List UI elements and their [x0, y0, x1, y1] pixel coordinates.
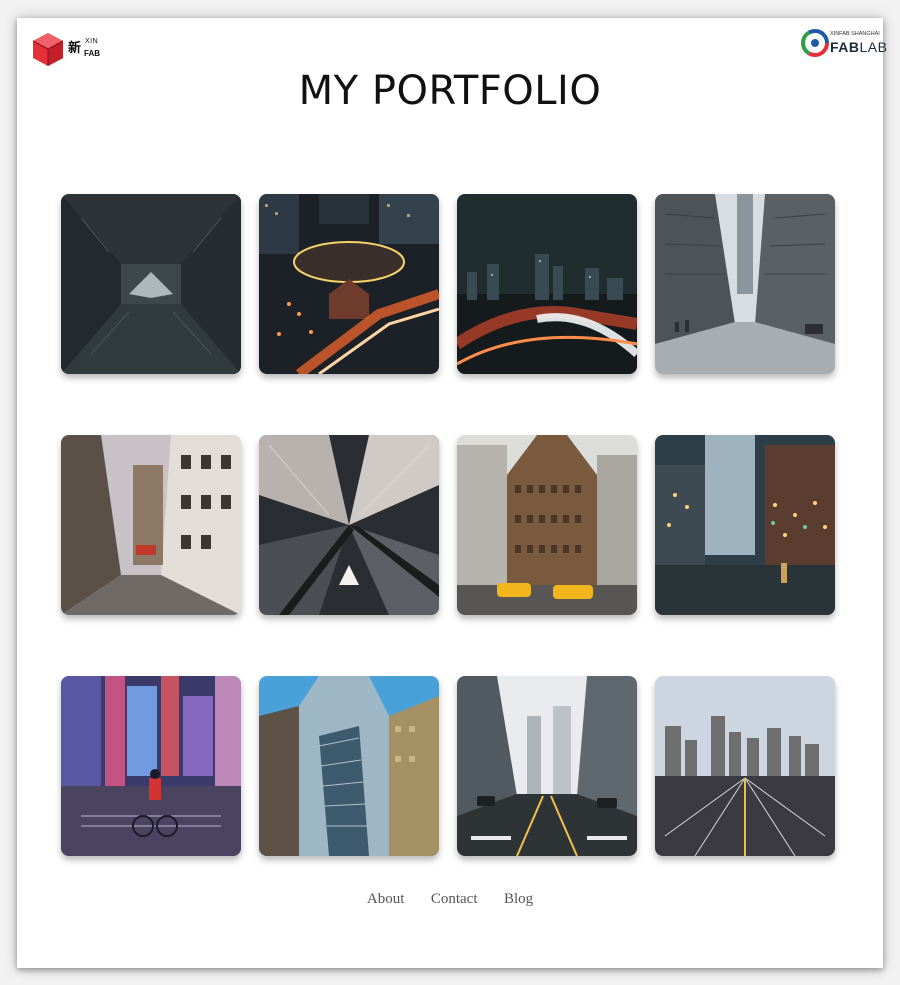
photo-gallery — [61, 194, 837, 856]
photo-night-skyline-highway[interactable] — [457, 194, 637, 374]
logo-xin-text: XIN — [85, 38, 99, 45]
photo-road-to-skyline[interactable] — [655, 676, 835, 856]
logo-chinese-character: 新 — [68, 41, 82, 56]
photo-avenue-skyscrapers[interactable] — [655, 194, 835, 374]
xinfab-logo[interactable]: 新 XIN FAB — [31, 32, 101, 66]
footer-nav: About Contact Blog — [17, 890, 883, 908]
lab-text: LAB — [859, 39, 888, 55]
photo-night-intersection-lights[interactable] — [259, 194, 439, 374]
photo-cyclist-neon-blur[interactable] — [61, 676, 241, 856]
fablab-circle-icon — [801, 29, 829, 57]
photo-glass-towers-looking-up[interactable] — [259, 676, 439, 856]
photo-aerial-skyscrapers[interactable] — [259, 435, 439, 615]
footer-link-contact[interactable]: Contact — [431, 891, 478, 908]
portfolio-page: 新 XIN FAB XINFAB SHANGHAI FABLAB MY PORT… — [17, 18, 887, 968]
logo-fab-text: FAB — [84, 49, 100, 58]
fablab-wordmark: FABLAB — [830, 39, 887, 55]
photo-flatiron-taxis[interactable] — [457, 435, 637, 615]
fab-text: FAB — [830, 39, 860, 55]
hexagon-logo-icon — [32, 33, 64, 66]
fablab-subtitle: XINFAB SHANGHAI — [830, 31, 880, 37]
photo-evening-street-lights[interactable] — [655, 435, 835, 615]
footer-link-blog[interactable]: Blog — [504, 891, 533, 908]
page-title: MY PORTFOLIO — [298, 68, 602, 114]
photo-foggy-street[interactable] — [457, 676, 637, 856]
photo-parisian-street[interactable] — [61, 435, 241, 615]
footer-link-about[interactable]: About — [367, 891, 405, 908]
fablab-logo[interactable]: XINFAB SHANGHAI FABLAB — [801, 29, 887, 61]
photo-tunnel-looking-up[interactable] — [61, 194, 241, 374]
